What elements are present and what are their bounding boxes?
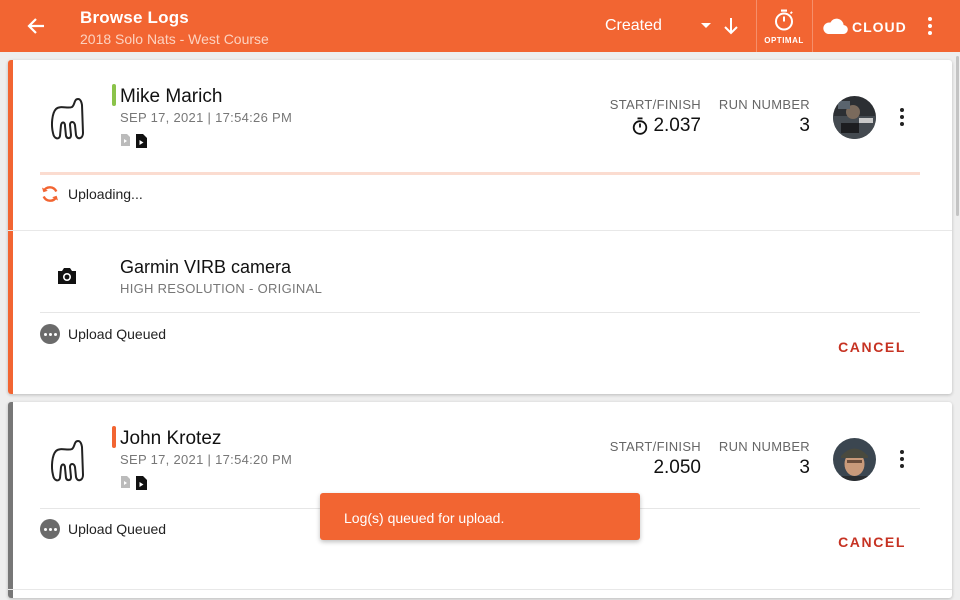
file-video-icon [136, 134, 147, 148]
camera-status-row: Upload Queued [40, 323, 166, 345]
camera-icon [58, 268, 76, 284]
arrow-down-icon [724, 18, 738, 35]
cancel-button[interactable]: CANCEL [838, 534, 906, 550]
cancel-button[interactable]: CANCEL [838, 339, 906, 355]
caret-down-icon [701, 23, 711, 28]
avatar[interactable] [833, 438, 876, 481]
sort-direction-button[interactable] [720, 14, 742, 38]
log-date: SEP 17, 2021 | 17:54:26 PM [120, 110, 293, 125]
toolbar-divider [812, 0, 813, 52]
cloud-button[interactable]: CLOUD [818, 12, 914, 40]
run-number-value: 3 [799, 115, 810, 136]
file-icons [120, 475, 148, 491]
back-button[interactable] [20, 10, 52, 42]
cloud-icon [823, 18, 848, 35]
track-map-icon [51, 439, 85, 482]
avatar-image [833, 438, 876, 481]
app-bar: Browse Logs 2018 Solo Nats - West Course… [0, 0, 960, 52]
start-finish-value: 2.050 [653, 457, 701, 478]
camera-title: Garmin VIRB camera [120, 257, 292, 277]
log-date: SEP 17, 2021 | 17:54:20 PM [120, 452, 293, 467]
cloud-label: CLOUD [852, 19, 907, 35]
stopwatch-icon [633, 117, 648, 135]
lap-indicator [112, 84, 116, 106]
log-menu-button[interactable] [890, 101, 914, 133]
file-video-icon [121, 476, 130, 488]
upload-status-row: Upload Queued [40, 518, 166, 540]
sort-dropdown[interactable]: Created [605, 14, 711, 38]
camera-status-text: Upload Queued [68, 326, 167, 342]
section-divider [8, 589, 952, 590]
track-map-icon [51, 97, 85, 140]
scrollbar[interactable] [956, 56, 959, 216]
upload-status-row: Uploading... [40, 183, 143, 205]
sort-dropdown-value: Created [605, 17, 662, 34]
card-accent [8, 60, 13, 394]
more-horiz-icon [40, 324, 60, 344]
card-accent [8, 402, 13, 598]
upload-progress [40, 172, 920, 175]
file-icons [120, 133, 148, 149]
page-subtitle: 2018 Solo Nats - West Course [80, 31, 269, 47]
driver-name: Mike Marich [120, 86, 223, 107]
row-divider [40, 312, 920, 313]
start-finish-time: 2.037 [568, 115, 701, 137]
lap-indicator [112, 426, 116, 448]
camera-subtitle: HIGH RESOLUTION - ORIGINAL [120, 281, 323, 296]
more-vert-icon [900, 450, 904, 454]
more-horiz-icon [40, 519, 60, 539]
file-video-icon [121, 134, 130, 146]
more-vert-icon [928, 17, 932, 21]
run-number-value: 3 [799, 457, 810, 478]
log-menu-button[interactable] [890, 443, 914, 475]
log-card[interactable]: Mike Marich SEP 17, 2021 | 17:54:26 PM S… [8, 60, 952, 394]
sync-icon [40, 184, 60, 204]
snackbar-message: Log(s) queued for upload. [344, 510, 505, 526]
start-finish-label: START/FINISH [609, 97, 701, 112]
run-number-label: RUN NUMBER [718, 97, 810, 112]
upload-status-text: Uploading... [68, 186, 143, 202]
upload-status-text: Upload Queued [68, 521, 167, 537]
arrow-left-icon [27, 18, 44, 34]
section-divider [8, 230, 952, 231]
avatar[interactable] [833, 96, 876, 139]
snackbar: Log(s) queued for upload. [320, 493, 640, 540]
stopwatch-icon [775, 9, 793, 31]
more-vert-icon [900, 108, 904, 112]
avatar-image [833, 96, 876, 139]
start-finish-value: 2.037 [653, 115, 701, 136]
page-title: Browse Logs [80, 8, 189, 27]
run-number-label: RUN NUMBER [718, 439, 810, 454]
optimal-label: OPTIMAL [764, 36, 804, 45]
overflow-menu-button[interactable] [918, 10, 942, 42]
file-video-icon [136, 476, 147, 490]
start-finish-label: START/FINISH [609, 439, 701, 454]
driver-name: John Krotez [120, 428, 222, 449]
optimal-button[interactable]: OPTIMAL [757, 0, 811, 52]
